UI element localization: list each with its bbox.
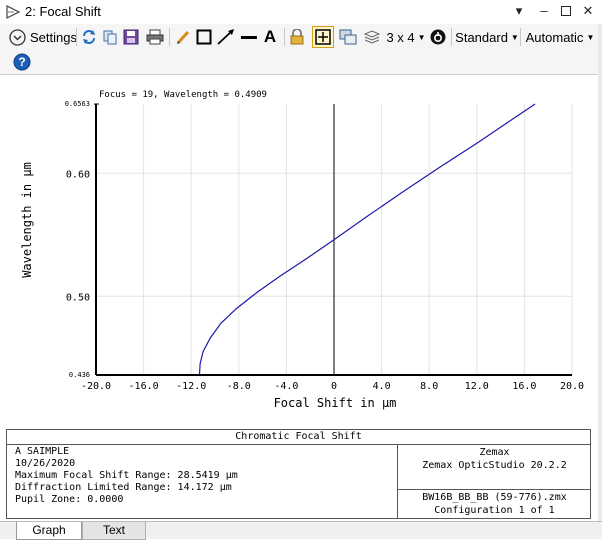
chart-info-box: Chromatic Focal Shift A SAIMPLE 10/26/20… [6,429,591,519]
x-tick-label: 4.0 [373,381,391,392]
tab-graph[interactable]: Graph [16,522,82,540]
x-tick-label: 20.0 [560,381,584,392]
help-button[interactable]: ? [12,52,32,72]
rectangle-tool-button[interactable] [195,27,213,47]
y-tick-label: 0.6563 [65,100,90,108]
y-axis-label: Wavelength in µm [20,162,34,278]
scale-label: Automatic [525,29,584,45]
save-icon [123,29,139,45]
x-tick-label: -12.0 [176,381,206,392]
app-icon [6,4,21,20]
chart-axes [94,103,572,376]
toolbar-secondary: ? [0,50,602,75]
print-button[interactable] [145,27,165,47]
x-tick-label: -20.0 [81,381,111,392]
rectangle-icon [196,29,212,45]
focal-shift-curve [198,103,536,376]
layers-icon [363,30,381,44]
dropdown-arrow-icon: ▼ [417,32,426,42]
info-line: BW16B_BB_BB (59-776).zmx [422,492,567,503]
refresh-icon [83,30,95,44]
x-tick-label: 16.0 [512,381,536,392]
chart-title: Chromatic Focal Shift [7,430,590,445]
style-label: Standard [455,29,508,45]
tab-text[interactable]: Text [82,522,146,540]
pencil-icon [176,30,190,45]
info-left: A SAIMPLE 10/26/2020 Maximum Focal Shift… [15,446,238,506]
refresh-button[interactable] [80,27,98,47]
line-tool-button[interactable] [239,27,259,47]
pencil-tool-button[interactable] [174,27,192,47]
options-button[interactable] [429,27,447,47]
info-line: Zemax OpticStudio 20.2.2 [422,460,567,471]
svg-text:?: ? [18,55,25,69]
power-icon [430,29,446,45]
layout-label: 3 x 4 [386,29,415,45]
minimize-button[interactable]: – [535,2,553,20]
x-tick-label: -8.0 [227,381,251,392]
plot-area: -20.0 -16.0 -12.0 -8.0 -4.0 0 4.0 8.0 12.0 16.0 20… [7,76,591,426]
copy-icon [103,30,117,45]
style-dropdown[interactable]: Standard ▼ [455,27,519,47]
x-axis-label: Focal Shift in µm [274,396,397,410]
chevron-circle-icon [9,28,26,46]
window-border [598,24,602,521]
y-tick-label: 0.50 [66,292,90,303]
lock-button[interactable] [288,27,306,47]
info-line: Zemax [479,447,510,458]
close-button[interactable]: ✕ [579,2,597,20]
windows-icon [339,29,357,45]
separator [520,28,521,46]
arrow-icon [217,29,234,45]
separator [76,28,77,46]
focal-shift-chart: -20.0 -16.0 -12.0 -8.0 -4.0 0 4.0 8.0 12.0 16.0 20… [20,90,584,410]
crosshair-button[interactable] [312,26,334,48]
separator [169,28,170,46]
info-right-top: Zemax Zemax OpticStudio 20.2.2 [397,444,591,490]
window-layout-button[interactable] [338,27,358,47]
info-line: A SAIMPLE [15,446,70,457]
layout-dropdown[interactable]: 3 x 4 ▼ [386,27,426,47]
x-tick-label: -4.0 [274,381,298,392]
y-tick-label: 0.436 [69,371,90,379]
crosshair-icon [315,29,331,45]
copy-button[interactable] [101,27,119,47]
x-tick-label: 0 [331,381,337,392]
info-line: Maximum Focal Shift Range: 28.5419 µm [15,470,238,481]
view-tabs: Graph Text [0,521,602,540]
layers-button[interactable] [362,27,382,47]
y-tick-label: 0.60 [66,169,90,180]
info-line: Pupil Zone: 0.0000 [15,494,124,505]
scale-dropdown[interactable]: Automatic ▼ [524,27,596,47]
separator [451,28,452,46]
settings-button[interactable]: Settings [6,27,80,47]
maximize-button[interactable] [557,2,575,20]
dropdown-arrow-icon: ▼ [586,32,595,42]
dropdown-arrow-icon[interactable]: ▾ [510,2,528,20]
print-icon [146,29,164,45]
toolbar: Settings A 3 x 4 ▼ Standard ▼ Automatic … [0,24,602,50]
chart-series [198,103,536,376]
save-button[interactable] [122,27,140,47]
dropdown-arrow-icon: ▼ [510,32,519,42]
x-tick-label: -16.0 [129,381,159,392]
text-tool-icon[interactable]: A [261,27,279,47]
line-icon [241,36,257,39]
title-bar: 2: Focal Shift ▾ – ✕ [0,0,602,25]
info-line: Configuration 1 of 1 [434,505,555,516]
x-tick-label: 8.0 [420,381,438,392]
arrow-tool-button[interactable] [216,27,236,47]
window-title: 2: Focal Shift [25,4,101,19]
info-line: Diffraction Limited Range: 14.172 µm [15,482,232,493]
lock-icon [290,29,304,45]
info-line: 10/26/2020 [15,458,76,469]
help-icon: ? [13,53,31,71]
plot-header: Focus = 19, Wavelength = 0.4909 [99,90,267,100]
info-right-bottom: BW16B_BB_BB (59-776).zmx Configuration 1… [397,490,591,519]
x-tick-label: 12.0 [465,381,489,392]
settings-label: Settings [30,29,77,45]
separator [284,28,285,46]
